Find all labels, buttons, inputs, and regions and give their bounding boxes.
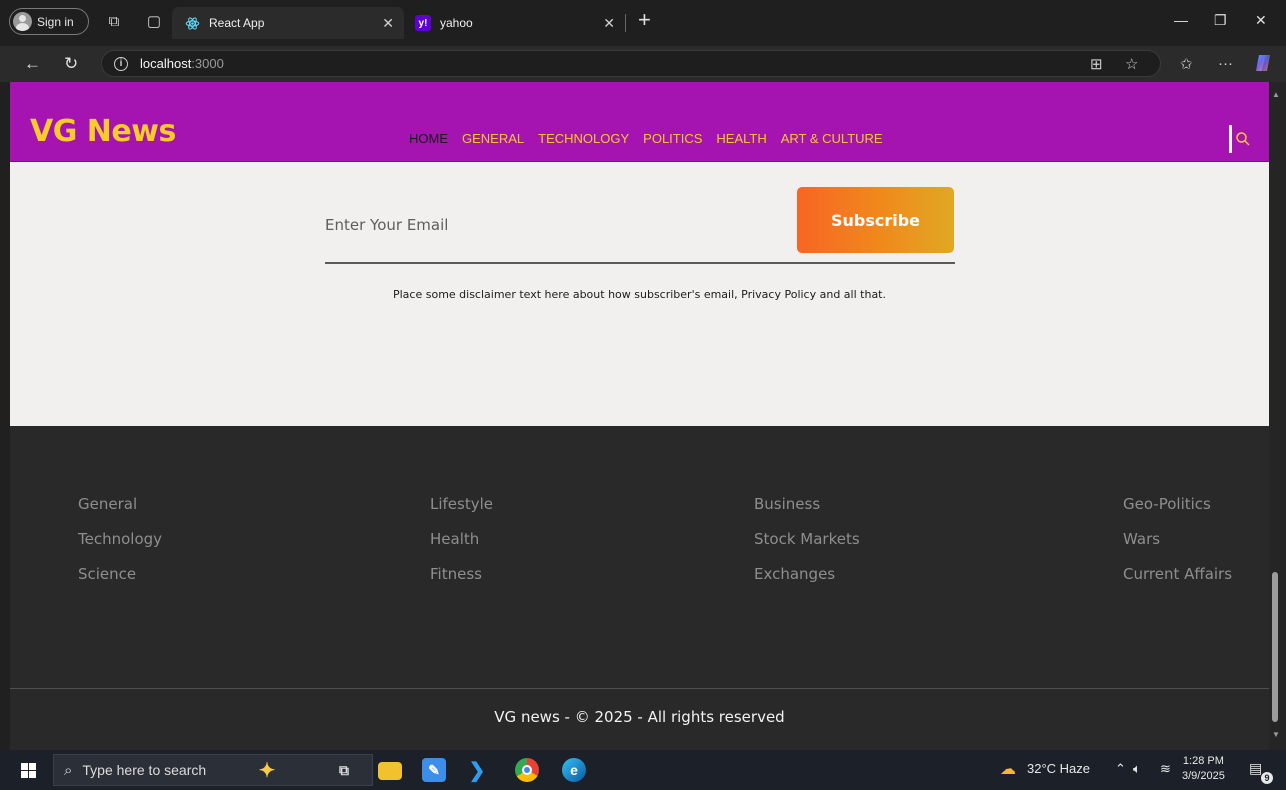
- main-nav: HOME GENERAL TECHNOLOGY POLITICS HEALTH …: [409, 131, 883, 146]
- url-host: localhost: [140, 56, 192, 71]
- workspaces-icon[interactable]: ⧉: [104, 12, 124, 32]
- react-icon: [184, 15, 200, 31]
- footer-column-3: Business Stock Markets Exchanges: [754, 495, 860, 583]
- tab-separator: [625, 14, 626, 32]
- footer-link-science[interactable]: Science: [78, 565, 162, 583]
- nav-art-culture[interactable]: ART & CULTURE: [781, 131, 883, 146]
- restore-icon[interactable]: ❐: [1214, 12, 1227, 29]
- copyright-text: VG news - © 2025 - All rights reserved: [494, 708, 785, 726]
- footer-link-technology[interactable]: Technology: [78, 530, 162, 548]
- close-tab-icon[interactable]: ✕: [603, 15, 615, 32]
- footer-link-exchanges[interactable]: Exchanges: [754, 565, 860, 583]
- copilot-icon[interactable]: [1253, 53, 1273, 77]
- close-tab-icon[interactable]: ✕: [382, 15, 394, 32]
- back-arrow-icon[interactable]: ←: [24, 54, 41, 74]
- file-explorer-icon[interactable]: [378, 762, 402, 780]
- app-available-icon[interactable]: ⊞: [1090, 55, 1103, 73]
- footer-link-general[interactable]: General: [78, 495, 162, 513]
- nav-home[interactable]: HOME: [409, 131, 448, 146]
- notification-center-icon[interactable]: ▤ 9: [1249, 760, 1273, 784]
- windows-taskbar: ⌕ Type here to search ✦ ⧉ ✎ ❯ e ☁ 32°C H…: [0, 750, 1286, 790]
- windows-start-icon[interactable]: [21, 763, 36, 778]
- taskbar-search-placeholder: Type here to search: [82, 762, 207, 778]
- profile-sign-in-label: Sign in: [37, 14, 74, 29]
- favorites-icon[interactable]: ✩: [1180, 55, 1193, 73]
- scroll-down-arrow-icon[interactable]: ▼: [1272, 730, 1280, 739]
- disclaimer-text: Place some disclaimer text here about ho…: [392, 288, 886, 301]
- copilot-sparkle-icon[interactable]: ✦: [255, 758, 279, 782]
- taskbar-search-field[interactable]: ⌕ Type here to search: [53, 754, 373, 786]
- subscribe-button[interactable]: Subscribe: [797, 187, 954, 253]
- nav-technology[interactable]: TECHNOLOGY: [538, 131, 629, 146]
- page-viewport: VG News HOME GENERAL TECHNOLOGY POLITICS…: [10, 82, 1269, 750]
- footer-column-2: Lifestyle Health Fitness: [430, 495, 493, 583]
- profile-sign-in-button[interactable]: Sign in: [9, 8, 89, 35]
- scroll-up-arrow-icon[interactable]: ▲: [1272, 90, 1280, 99]
- taskbar-clock[interactable]: 1:28 PM 3/9/2025: [1182, 754, 1225, 784]
- weather-icon[interactable]: ☁: [1000, 759, 1016, 779]
- clock-time: 1:28 PM: [1182, 755, 1224, 767]
- network-icon[interactable]: ≋: [1160, 761, 1171, 777]
- new-tab-button[interactable]: +: [638, 9, 651, 31]
- browser-tab-bar: Sign in ⧉ ▢ React App ✕ y! yahoo ✕ + — ❐…: [0, 0, 1286, 46]
- notepad-app-icon[interactable]: ✎: [422, 758, 446, 782]
- nav-health[interactable]: HEALTH: [716, 131, 766, 146]
- nav-general[interactable]: GENERAL: [462, 131, 524, 146]
- search-icon: ⌕: [64, 761, 73, 779]
- footer-link-current-affairs[interactable]: Current Affairs: [1123, 565, 1232, 583]
- site-footer: General Technology Science Lifestyle Hea…: [10, 426, 1269, 750]
- tab-title: yahoo: [440, 16, 473, 30]
- edge-icon[interactable]: e: [562, 758, 586, 782]
- task-view-icon[interactable]: ⧉: [332, 758, 356, 782]
- vscode-icon[interactable]: ❯: [465, 758, 489, 782]
- search-icon[interactable]: [1235, 131, 1251, 147]
- more-options-icon[interactable]: ···: [1218, 55, 1233, 72]
- footer-column-4: Geo-Politics Wars Current Affairs: [1123, 495, 1232, 583]
- footer-column-1: General Technology Science: [78, 495, 162, 583]
- footer-link-stock-markets[interactable]: Stock Markets: [754, 530, 860, 548]
- site-logo[interactable]: VG News: [30, 114, 176, 149]
- profile-avatar-icon: [13, 12, 32, 31]
- footer-link-lifestyle[interactable]: Lifestyle: [430, 495, 493, 513]
- site-header: VG News HOME GENERAL TECHNOLOGY POLITICS…: [10, 82, 1269, 162]
- speaker-icon[interactable]: 🔈︎: [1133, 761, 1141, 777]
- close-window-icon[interactable]: ✕: [1255, 12, 1267, 29]
- scrollbar-thumb[interactable]: [1272, 572, 1278, 722]
- tab-title: React App: [209, 16, 265, 30]
- nav-politics[interactable]: POLITICS: [643, 131, 702, 146]
- yahoo-icon: y!: [415, 15, 431, 31]
- tray-overflow-chevron-icon[interactable]: ⌃: [1115, 761, 1126, 777]
- refresh-icon[interactable]: ↻: [64, 54, 78, 74]
- footer-link-business[interactable]: Business: [754, 495, 860, 513]
- minimize-icon[interactable]: —: [1174, 12, 1188, 28]
- notification-count: 9: [1261, 772, 1273, 784]
- clock-date: 3/9/2025: [1182, 770, 1225, 782]
- url-port: :3000: [191, 56, 224, 71]
- footer-link-geo-politics[interactable]: Geo-Politics: [1123, 495, 1232, 513]
- site-info-icon[interactable]: i: [114, 56, 128, 71]
- chrome-icon[interactable]: [515, 758, 539, 782]
- footer-link-fitness[interactable]: Fitness: [430, 565, 493, 583]
- browser-address-bar: ← ↻ i localhost:3000 ⊞ ☆ ✩ ···: [0, 46, 1286, 82]
- search-input[interactable]: [1229, 125, 1232, 153]
- footer-link-health[interactable]: Health: [430, 530, 493, 548]
- footer-divider: [10, 688, 1269, 689]
- favorite-star-icon[interactable]: ☆: [1125, 55, 1138, 73]
- url-field[interactable]: i localhost:3000: [101, 50, 1161, 77]
- page-scrollbar[interactable]: ▲ ▼: [1269, 82, 1286, 750]
- tab-yahoo[interactable]: y! yahoo ✕: [403, 7, 625, 39]
- weather-text[interactable]: 32°C Haze: [1027, 761, 1090, 776]
- tab-react-app[interactable]: React App ✕: [172, 7, 404, 39]
- tab-actions-icon[interactable]: ▢: [144, 12, 164, 32]
- footer-link-wars[interactable]: Wars: [1123, 530, 1232, 548]
